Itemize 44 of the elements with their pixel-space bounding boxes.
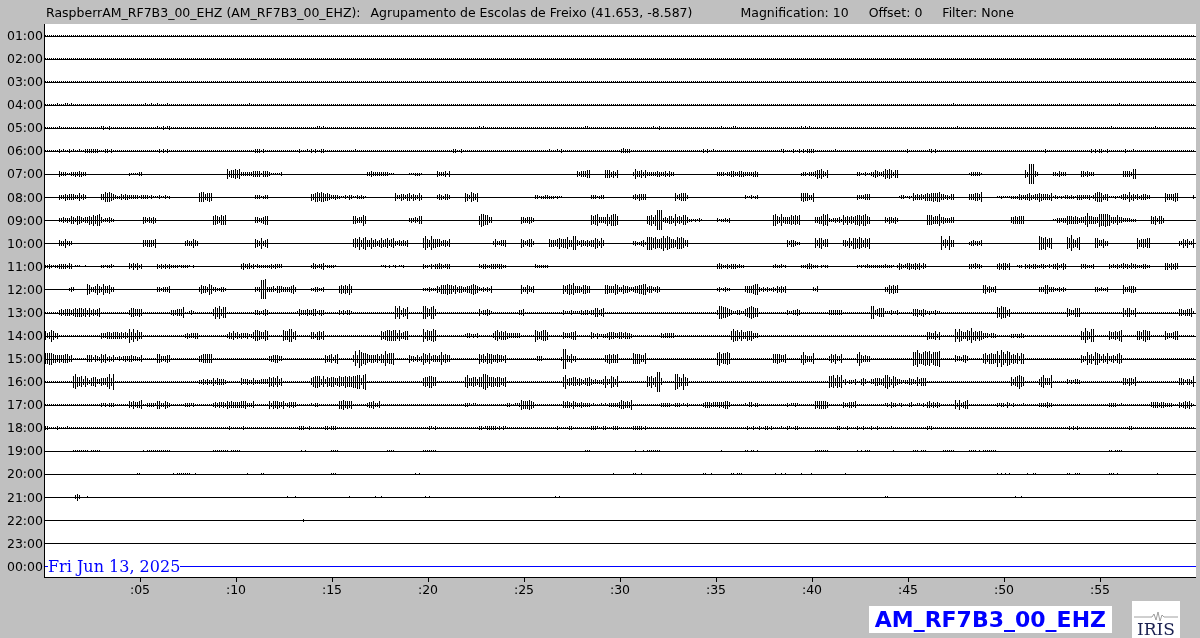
hour-label: 00:00 [5, 557, 44, 576]
hour-label: 07:00 [5, 165, 44, 184]
hour-label: 09:00 [5, 211, 44, 230]
hour-label: 10:00 [5, 234, 44, 253]
hour-label: 01:00 [5, 27, 44, 45]
date-label: Fri Jun 13, 2025 [48, 558, 181, 576]
hour-label: 19:00 [5, 442, 44, 461]
hour-label: 16:00 [5, 373, 44, 392]
time-tick-label: :05 [129, 582, 151, 597]
hour-label: 06:00 [5, 142, 44, 161]
hour-label: 02:00 [5, 50, 44, 69]
time-tick-label: :10 [225, 582, 247, 597]
waveform-icon [1134, 610, 1178, 621]
logo-text: IRIS [1137, 620, 1175, 638]
hour-label: 11:00 [5, 257, 44, 276]
hour-label: 18:00 [5, 419, 44, 438]
location-text: Agrupamento de Escolas de Freixo (41.653, -8.587) [370, 4, 693, 20]
hour-label: 23:00 [5, 534, 44, 553]
time-tick-label: :15 [321, 582, 343, 597]
time-tick-label: :45 [897, 582, 919, 597]
time-tick-label: :25 [513, 582, 535, 597]
hour-label: 08:00 [5, 188, 44, 207]
hour-label: 13:00 [5, 303, 44, 322]
time-tick-label: :20 [417, 582, 439, 597]
hour-label: 22:00 [5, 511, 44, 530]
time-tick-label: :50 [993, 582, 1015, 597]
filter-text: Filter: None [942, 4, 1014, 20]
time-tick-label: :55 [1089, 582, 1111, 597]
station-label: AM_RF7B3_00_EHZ [868, 605, 1112, 633]
hour-label: 04:00 [5, 96, 44, 115]
hour-label: 03:00 [5, 73, 44, 92]
hour-label: 12:00 [5, 280, 44, 299]
magnification-text: Magnification: 10 [740, 4, 849, 20]
time-tick-label: :35 [705, 582, 727, 597]
hour-label: 21:00 [5, 488, 44, 507]
hour-label: 17:00 [5, 396, 44, 415]
time-tick-label: :30 [609, 582, 631, 597]
hour-label: 15:00 [5, 350, 44, 369]
offset-text: Offset: 0 [868, 4, 923, 20]
hour-label: 20:00 [5, 465, 44, 484]
hour-label: 05:00 [5, 119, 44, 138]
time-tick-label: :40 [801, 582, 823, 597]
hour-label: 14:00 [5, 327, 44, 345]
channel-title: RaspberrAM_RF7B3_00_EHZ (AM_RF7B3_00_EHZ): [46, 4, 361, 20]
